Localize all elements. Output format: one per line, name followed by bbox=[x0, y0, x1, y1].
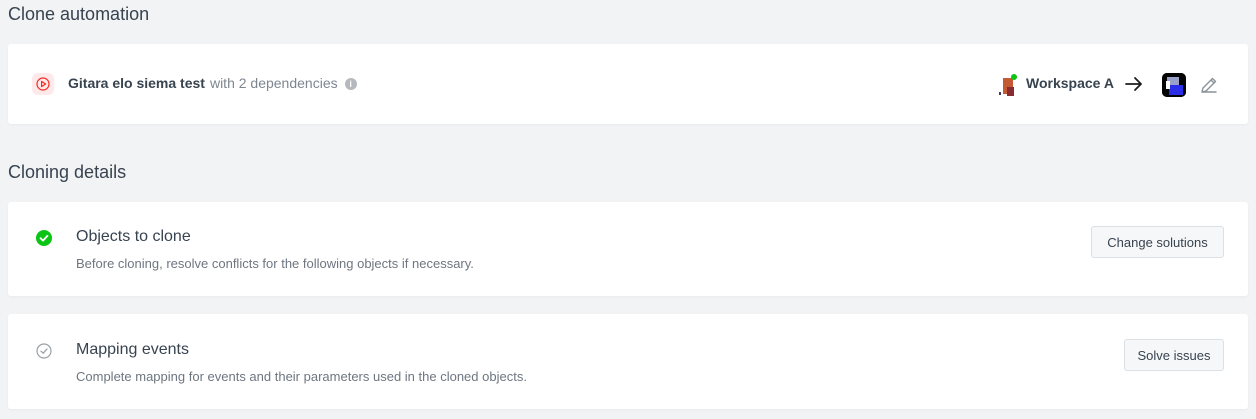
arrow-right-icon bbox=[1125, 77, 1142, 91]
solve-issues-button[interactable]: Solve issues bbox=[1124, 339, 1224, 371]
source-workspace-name: Workspace A bbox=[1026, 75, 1114, 91]
workspace-avatar bbox=[999, 74, 1017, 96]
automation-name: Gitara elo siema test bbox=[68, 75, 205, 91]
play-icon bbox=[32, 73, 54, 95]
mapping-events-card: Mapping events Complete mapping for even… bbox=[8, 314, 1248, 409]
pencil-icon[interactable] bbox=[1199, 75, 1219, 95]
clone-automation-heading: Clone automation bbox=[8, 4, 150, 24]
automation-card: Gitara elo siema test with 2 dependencie… bbox=[8, 44, 1248, 124]
objects-to-clone-description: Before cloning, resolve conflicts for th… bbox=[76, 256, 474, 271]
check-circle-outline-icon bbox=[36, 343, 52, 359]
target-workspace-avatar bbox=[1162, 73, 1186, 97]
automation-summary: Gitara elo siema test with 2 dependencie… bbox=[68, 75, 357, 91]
change-solutions-button[interactable]: Change solutions bbox=[1091, 226, 1224, 258]
cloning-details-heading: Cloning details bbox=[8, 162, 127, 182]
check-circle-icon bbox=[36, 230, 52, 246]
mapping-events-description: Complete mapping for events and their pa… bbox=[76, 369, 527, 384]
automation-dependencies: with 2 dependencies bbox=[209, 75, 338, 91]
mapping-events-title: Mapping events bbox=[76, 341, 189, 358]
clone-automation-page: Clone automation Gitara elo siema test w… bbox=[0, 0, 1256, 419]
objects-to-clone-title: Objects to clone bbox=[76, 228, 191, 245]
objects-to-clone-card: Objects to clone Before cloning, resolve… bbox=[8, 202, 1248, 296]
info-icon[interactable]: i bbox=[344, 78, 357, 90]
